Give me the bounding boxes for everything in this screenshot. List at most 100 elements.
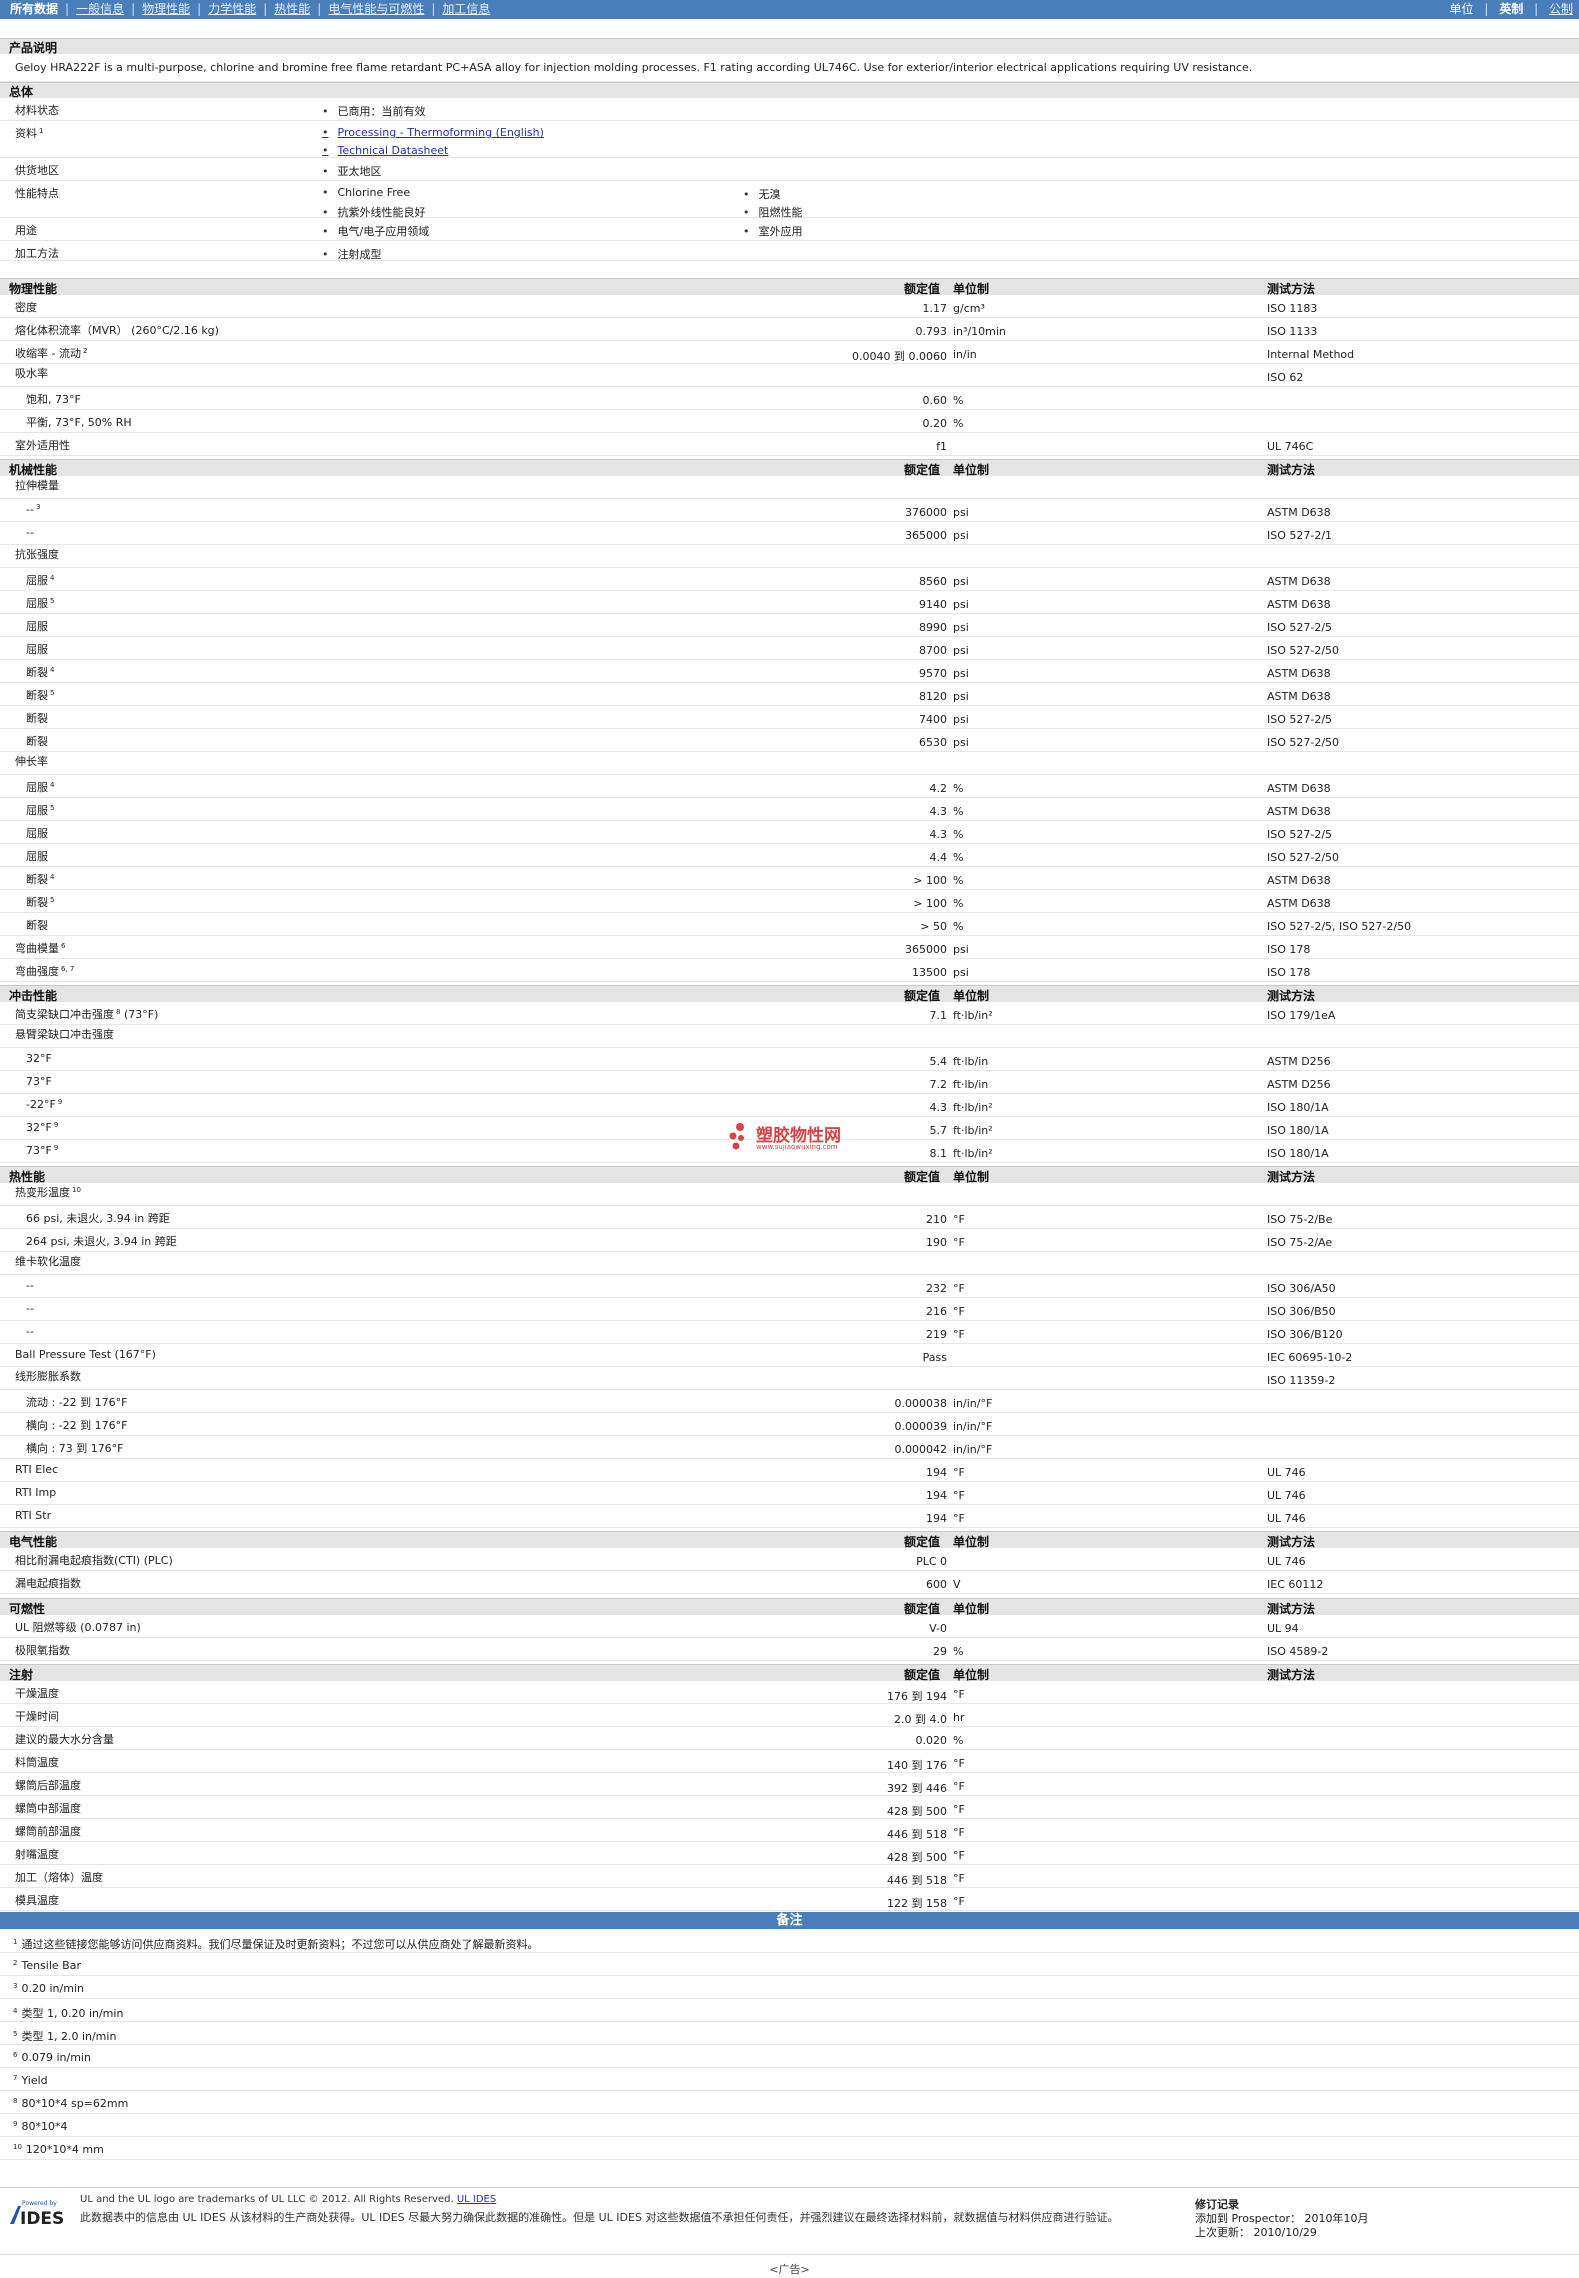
- property-method: ISO 1183: [1267, 302, 1318, 315]
- property-unit: °F: [953, 1328, 965, 1341]
- watermark: 塑胶物性网 www.sujiaowuxing.com: [728, 1121, 858, 1155]
- property-row: 断裂 > 50% ISO 527-2/5, ISO 527-2/50: [0, 913, 1579, 936]
- property-unit: %: [953, 874, 964, 887]
- property-row: 断裂 4 > 100% ASTM D638: [0, 867, 1579, 890]
- property-unit: ft·lb/in²: [953, 1124, 993, 1137]
- property-row: 干燥温度 176 到 194 °F: [0, 1681, 1579, 1704]
- property-method: ASTM D638: [1267, 506, 1331, 519]
- unit-switch: 单位 | 英制 | 公制: [1449, 2, 1573, 16]
- property-method: ISO 178: [1267, 943, 1311, 956]
- property-label: 73°F 9: [26, 1144, 59, 1157]
- property-label: 热变形温度 10: [15, 1186, 81, 1199]
- nav-item-2[interactable]: 物理性能: [142, 2, 190, 16]
- property-row: 极限氧指数 29% ISO 4589-2: [0, 1638, 1579, 1661]
- property-value: 216: [926, 1305, 947, 1318]
- property-label: -22°F 9: [26, 1098, 63, 1111]
- note-text: 6 0.079 in/min: [13, 2051, 91, 2064]
- property-row: 加工（熔体）温度 446 到 518 °F: [0, 1865, 1579, 1888]
- property-label: --: [26, 1325, 34, 1338]
- property-row: 弯曲模量 6 365000 psi ISO 178: [0, 936, 1579, 959]
- property-row: 抗张强度: [0, 545, 1579, 568]
- nav-links: 所有数据 | 一般信息 | 物理性能 | 力学性能 | 热性能 | 电气性能与可燃性 | 加工信息: [10, 2, 491, 16]
- unit-imperial[interactable]: 英制: [1499, 2, 1523, 16]
- property-label: 螺筒后部温度: [15, 1779, 81, 1792]
- property-method: UL 94: [1267, 1622, 1299, 1635]
- general-value: 已商用：当前有效: [322, 103, 426, 119]
- nav-item-0[interactable]: 所有数据: [10, 2, 58, 16]
- property-method: UL 746: [1267, 1466, 1306, 1479]
- property-label: 66 psi, 未退火, 3.94 in 跨距: [26, 1212, 170, 1225]
- property-value: 8700: [919, 644, 947, 657]
- property-method: ISO 527-2/50: [1267, 644, 1340, 657]
- property-label: 饱和, 73°F: [26, 393, 81, 406]
- property-row: 66 psi, 未退火, 3.94 in 跨距 210 °F ISO 75-2/Be: [0, 1206, 1579, 1229]
- property-row: 屈服 5 9140 psi ASTM D638: [0, 591, 1579, 614]
- property-unit: ft·lb/in: [953, 1055, 989, 1068]
- section-header: 电气性能 额定值 单位制 测试方法: [0, 1531, 1579, 1549]
- property-label: 弯曲模量 6: [15, 942, 66, 955]
- property-value: 0.793: [915, 325, 948, 338]
- property-label: 平衡, 73°F, 50% RH: [26, 416, 132, 429]
- property-label: 屈服 5: [26, 597, 55, 610]
- general-row: 资料1 Processing - Thermoforming (English) T…: [0, 121, 1579, 158]
- note-text: 3 0.20 in/min: [13, 1982, 84, 1995]
- property-value: 194: [926, 1489, 947, 1502]
- nav-item-1[interactable]: 一般信息: [76, 2, 124, 16]
- property-method: ASTM D638: [1267, 598, 1331, 611]
- property-method: ISO 178: [1267, 966, 1311, 979]
- nav-item-6[interactable]: 加工信息: [442, 2, 490, 16]
- property-value: 0.60: [922, 394, 948, 407]
- property-unit: psi: [953, 667, 969, 680]
- property-row: 断裂 6530 psi ISO 527-2/50: [0, 729, 1579, 752]
- property-row: 平衡, 73°F, 50% RH 0.20%: [0, 410, 1579, 433]
- datasheet-link[interactable]: Processing - Thermoforming (English): [322, 126, 544, 139]
- logo-text: IDES: [20, 2209, 64, 2228]
- property-row: -22°F 9 4.3 ft·lb/in² ISO 180/1A: [0, 1094, 1579, 1117]
- nav-item-4[interactable]: 热性能: [274, 2, 310, 16]
- property-label: 相比耐漏电起痕指数(CTI) (PLC): [15, 1554, 173, 1567]
- section-header: 可燃性 额定值 单位制 测试方法: [0, 1598, 1579, 1616]
- property-value: 0.000042: [894, 1443, 948, 1456]
- property-unit: in/in: [953, 348, 977, 361]
- property-row: 弯曲强度 6, 7 13500 psi ISO 178: [0, 959, 1579, 982]
- property-row: 断裂 5 8120 psi ASTM D638: [0, 683, 1579, 706]
- property-value: 4.3: [929, 828, 948, 841]
- property-label: 横向 : 73 到 176°F: [26, 1442, 124, 1455]
- property-value: 4.4: [929, 851, 948, 864]
- property-row: 屈服 4.3% ISO 527-2/5: [0, 821, 1579, 844]
- property-label: 屈服: [26, 850, 48, 863]
- property-row: -- 365000 psi ISO 527-2/1: [0, 522, 1579, 545]
- nav-item-5[interactable]: 电气性能与可燃性: [328, 2, 424, 16]
- property-row: 干燥时间 2.0 到 4.0 hr: [0, 1704, 1579, 1727]
- property-row: 吸水率 ISO 62: [0, 364, 1579, 387]
- property-label: 收缩率 - 流动 2: [15, 347, 88, 360]
- property-unit: psi: [953, 690, 969, 703]
- datasheet-link[interactable]: Technical Datasheet: [322, 144, 449, 157]
- property-method: ISO 527-2/5: [1267, 621, 1333, 634]
- general-value: 亚太地区: [322, 163, 382, 179]
- property-row: 螺筒后部温度 392 到 446 °F: [0, 1773, 1579, 1796]
- property-unit: psi: [953, 736, 969, 749]
- property-value: 5.4: [929, 1055, 948, 1068]
- property-value: > 50: [920, 920, 947, 933]
- property-label: 断裂 4: [26, 873, 55, 886]
- property-value: 5.7: [929, 1124, 948, 1137]
- property-method: ISO 179/1eA: [1267, 1009, 1336, 1022]
- property-unit: °F: [953, 1895, 965, 1908]
- property-row: 模具温度 122 到 158 °F: [0, 1888, 1579, 1911]
- unit-metric-link[interactable]: 公制: [1549, 2, 1573, 16]
- note-text: 9 80*10*4: [13, 2120, 68, 2133]
- property-value: 428 到 500: [887, 1805, 947, 1818]
- nav-item-3[interactable]: 力学性能: [208, 2, 256, 16]
- property-label: 螺筒前部温度: [15, 1825, 81, 1838]
- property-unit: °F: [953, 1282, 965, 1295]
- property-row: 屈服 5 4.3% ASTM D638: [0, 798, 1579, 821]
- product-header: 产品说明: [0, 38, 1579, 55]
- footer: Powered by IDES UL and the UL logo are t…: [0, 2187, 1579, 2239]
- property-unit: psi: [953, 621, 969, 634]
- property-label: 建议的最大水分含量: [15, 1733, 114, 1746]
- property-unit: °F: [953, 1757, 965, 1770]
- property-row: UL 阻燃等级 (0.0787 in) V-0 UL 94: [0, 1615, 1579, 1638]
- property-row: 料筒温度 140 到 176 °F: [0, 1750, 1579, 1773]
- ul-ides-link[interactable]: UL IDES: [457, 2194, 496, 2205]
